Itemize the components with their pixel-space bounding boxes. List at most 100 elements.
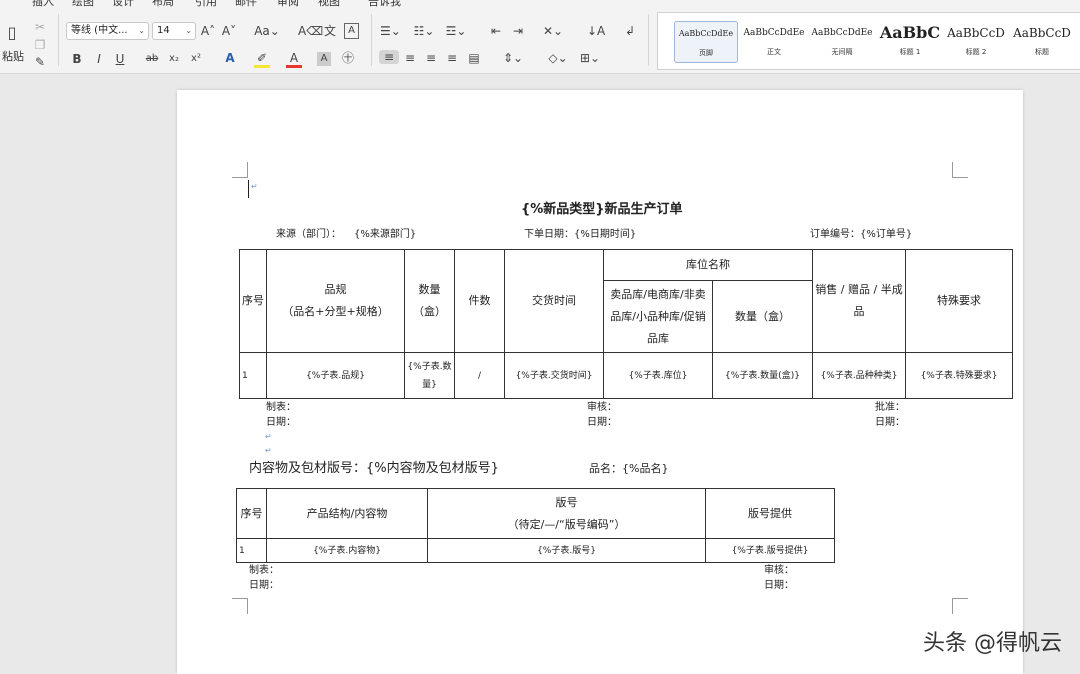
clipboard-icon[interactable]: ▯	[2, 25, 22, 41]
align-right-button[interactable]: ≡	[423, 51, 439, 65]
line-spacing-icon[interactable]: ⇕⌄	[500, 51, 526, 65]
cell-location[interactable]: {%子表.库位}	[603, 352, 713, 399]
align-left-button[interactable]: ≡	[379, 50, 399, 64]
maker-date-label: 日期：	[266, 417, 296, 428]
document-page[interactable]: ↵ {%新品类型}新品生产订单 来源（部门）： {%来源部门} 下单日期：{%日…	[177, 90, 1023, 674]
order-number: 订单编号：{%订单号}	[810, 229, 913, 240]
cell-qty[interactable]: {%子表.数量}	[404, 352, 455, 399]
maker-date-label-2: 日期：	[249, 580, 279, 591]
header-sale: 销售 / 赠品 / 半成品	[812, 249, 906, 353]
header-qty-line1: 数量	[418, 283, 441, 296]
multilevel-list-icon[interactable]: ☲⌄	[444, 24, 468, 38]
format-painter-icon[interactable]: ✎	[33, 55, 47, 69]
sort-icon[interactable]: ↓A	[587, 24, 605, 38]
table-row: 1 {%子表.品规} {%子表.数量} / {%子表.交货时间} {%子表.库位…	[239, 352, 1013, 399]
header-provider: 版号提供	[705, 488, 835, 539]
paragraph-mark: ↵	[265, 432, 272, 441]
font-size-select[interactable]: 14 ⌄	[152, 22, 196, 40]
menu-view[interactable]: 视图	[318, 0, 340, 8]
header-location: 库位名称	[603, 249, 813, 281]
asian-layout-icon[interactable]: ✕⌄	[541, 24, 565, 38]
cell-seq[interactable]: 1	[239, 352, 267, 399]
font-color-icon[interactable]: A	[286, 51, 302, 68]
change-case-button[interactable]: Aa⌄	[254, 24, 280, 38]
doc-title: {%新品类型}新品生产订单	[521, 202, 683, 217]
shading-icon[interactable]: ◇⌄	[546, 51, 570, 65]
header-qty: 数量 （盒）	[404, 249, 455, 353]
header-spec-line2: （品名+分型+规格）	[282, 305, 389, 318]
highlight-icon[interactable]: ✐	[254, 51, 270, 68]
phonetic-guide-icon[interactable]: 文	[322, 24, 338, 38]
cell-provider[interactable]: {%子表.版号提供}	[705, 538, 835, 563]
borders-icon[interactable]: ⊞⌄	[576, 51, 604, 65]
grow-font-icon[interactable]: A˄	[200, 24, 216, 38]
strikethrough-button[interactable]: ab	[144, 52, 160, 66]
ribbon: ▯ 粘贴 ✂ ❐ ✎ 等线 (中文... ⌄ 14 ⌄ A˄ A˅ Aa⌄ A⌫ 文…	[0, 8, 1080, 74]
bold-button[interactable]: B	[70, 52, 84, 66]
text-effects-icon[interactable]: A	[222, 51, 238, 65]
header-structure: 产品结构/内容物	[266, 488, 428, 539]
style-heading-1[interactable]: AaBbC 标题 1	[878, 21, 942, 63]
review-label-2: 审核：	[764, 565, 794, 576]
character-border-icon[interactable]: A	[344, 23, 359, 39]
change-case-label: Aa	[254, 24, 270, 38]
show-marks-icon[interactable]: ↲	[622, 24, 638, 38]
bullets-icon[interactable]: ☰⌄	[380, 24, 401, 38]
underline-button[interactable]: U	[113, 52, 127, 66]
font-size-value: 14	[157, 25, 170, 36]
cell-spec[interactable]: {%子表.品规}	[266, 352, 405, 399]
subscript-button[interactable]: x₂	[166, 52, 182, 66]
cell-seq[interactable]: 1	[236, 538, 267, 563]
cell-loc-qty[interactable]: {%子表.数量(盒)}	[712, 352, 813, 399]
chevron-down-icon: ⌄	[138, 26, 145, 35]
enclose-character-icon[interactable]: ㊉	[340, 51, 356, 65]
cell-pieces[interactable]: /	[454, 352, 505, 399]
approve-date-label: 日期：	[875, 417, 905, 428]
menu-review[interactable]: 审阅	[277, 0, 299, 8]
italic-button[interactable]: I	[92, 52, 106, 66]
cell-special[interactable]: {%子表.特殊要求}	[905, 352, 1013, 399]
crop-mark	[952, 598, 968, 614]
source-value: {%来源部门}	[354, 229, 417, 240]
increase-indent-icon[interactable]: ⇥	[510, 24, 526, 38]
justify-button[interactable]: ≡	[444, 51, 460, 65]
style-title[interactable]: AaBbCcD 标题	[1010, 21, 1074, 63]
superscript-button[interactable]: x²	[188, 52, 204, 66]
header-spec-line1: 品规	[324, 283, 347, 296]
menu-references[interactable]: 引用	[195, 0, 217, 8]
divider	[648, 14, 649, 66]
font-name-select[interactable]: 等线 (中文... ⌄	[66, 22, 149, 40]
table-row: 1 {%子表.内容物} {%子表.版号} {%子表.版号提供}	[236, 538, 835, 563]
review-date-label: 日期：	[587, 417, 617, 428]
copy-icon[interactable]: ❐	[33, 38, 47, 52]
align-center-button[interactable]: ≡	[402, 51, 418, 65]
cell-structure[interactable]: {%子表.内容物}	[266, 538, 428, 563]
menu-draw[interactable]: 绘图	[72, 0, 94, 8]
menu-layout[interactable]: 布局	[152, 0, 174, 8]
header-version-line1: 版号	[555, 495, 578, 509]
style-normal[interactable]: AaBbCcDdEe 正文	[742, 21, 806, 63]
cell-sale[interactable]: {%子表.品种种类}	[812, 352, 906, 399]
distributed-button[interactable]: ▤	[466, 51, 482, 65]
numbering-icon[interactable]: ☷⌄	[412, 24, 436, 38]
header-pieces: 件数	[454, 249, 505, 353]
paragraph-mark: ↵	[251, 182, 258, 191]
character-shading-icon[interactable]: A	[317, 52, 331, 66]
decrease-indent-icon[interactable]: ⇤	[488, 24, 504, 38]
cut-icon[interactable]: ✂	[33, 20, 47, 34]
menu-design[interactable]: 设计	[112, 0, 134, 8]
section2-title: 内容物及包材版号：{%内容物及包材版号}	[249, 461, 499, 476]
menu-insert[interactable]: 插入	[32, 0, 54, 8]
menu-tell-me[interactable]: 告诉我	[368, 0, 401, 8]
clear-format-icon[interactable]: A⌫	[298, 24, 323, 38]
shrink-font-icon[interactable]: A˅	[221, 24, 237, 38]
style-footer[interactable]: AaBbCcDdEe 页脚	[674, 21, 738, 63]
style-no-spacing[interactable]: AaBbCcDdEe 无间隔	[810, 21, 874, 63]
source-label: 来源（部门）：	[276, 229, 341, 240]
chevron-down-icon: ⌄	[185, 26, 192, 35]
paste-button[interactable]: 粘贴	[2, 50, 24, 64]
cell-version[interactable]: {%子表.版号}	[427, 538, 706, 563]
style-heading-2[interactable]: AaBbCcD 标题 2	[944, 21, 1008, 63]
menu-mailings[interactable]: 邮件	[235, 0, 257, 8]
cell-delivery[interactable]: {%子表.交货时间}	[504, 352, 604, 399]
